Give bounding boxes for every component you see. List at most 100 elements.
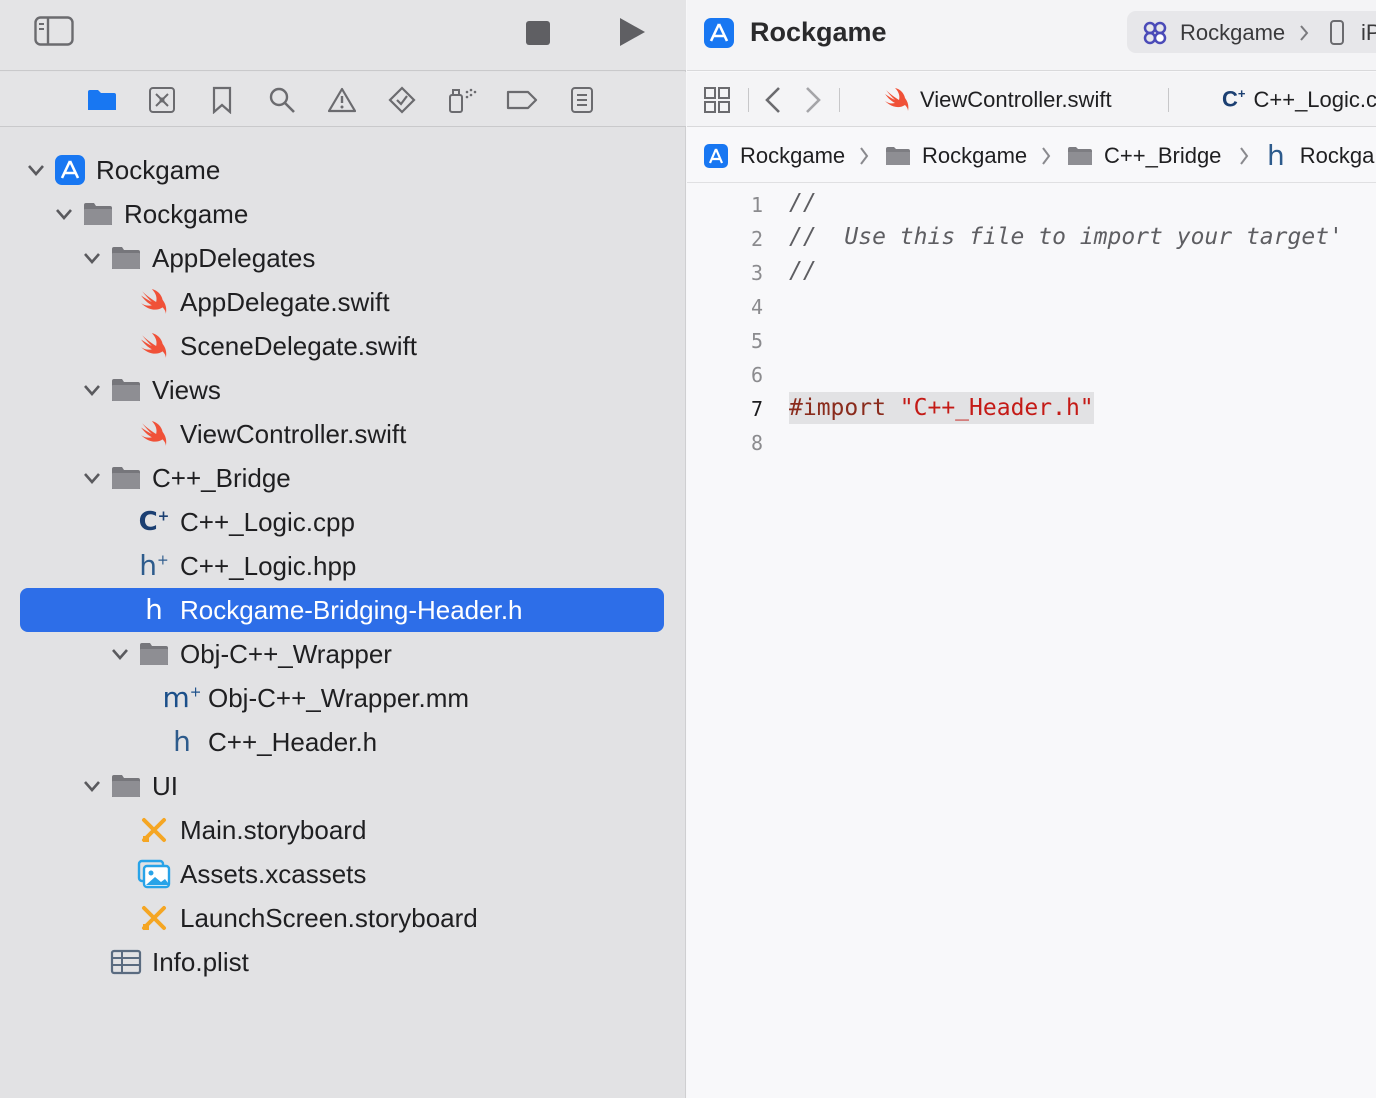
related-items-button[interactable] [703, 86, 731, 119]
tree-item-label: Views [152, 374, 221, 405]
tree-item[interactable]: Rockgame [0, 148, 686, 192]
back-button[interactable] [763, 85, 783, 120]
storyboard-icon [136, 812, 172, 848]
storyboard-icon [136, 900, 172, 936]
breadcrumb-project[interactable]: Rockgame [703, 128, 845, 183]
tab-tests[interactable] [384, 82, 420, 118]
line-number: 5 [750, 329, 763, 353]
line-number: 6 [750, 363, 763, 387]
mm-icon: m+ [162, 681, 202, 714]
tree-item[interactable]: ViewController.swift [0, 412, 686, 456]
tree-item[interactable]: SceneDelegate.swift [0, 324, 686, 368]
scheme-selector[interactable]: Rockgame iP [1127, 11, 1376, 53]
assets-icon [136, 856, 172, 892]
chevron-down-icon[interactable] [108, 642, 132, 666]
tab-source-control[interactable] [144, 82, 180, 118]
folder-icon [136, 636, 172, 672]
tree-item-label: Assets.xcassets [180, 858, 367, 889]
header-file-icon: h [173, 725, 191, 758]
import-keyword: #import [789, 395, 886, 421]
hpp-icon: h+ [139, 549, 169, 582]
breadcrumb-group[interactable]: C++_Bridge [1067, 128, 1221, 183]
chevron-down-icon[interactable] [24, 158, 48, 182]
code-line-2: // Use this file to import your target' [789, 224, 1343, 250]
chevron-down-icon[interactable] [80, 774, 104, 798]
cpp-icon: C+ [138, 507, 170, 537]
tree-item[interactable]: AppDelegates [0, 236, 686, 280]
chevron-down-icon[interactable] [80, 378, 104, 402]
tree-item[interactable]: Main.storyboard [0, 808, 686, 852]
tab-cpp-logic[interactable]: C+ C++_Logic.c [1222, 72, 1376, 127]
tree-item[interactable]: AppDelegate.swift [0, 280, 686, 324]
code-line-1: // [789, 190, 817, 216]
scheme-device: iP [1361, 20, 1376, 45]
current-line-number: 7 [750, 397, 763, 421]
stop-button[interactable] [520, 16, 556, 50]
tree-item[interactable]: C++_Bridge [0, 456, 686, 500]
tab-viewcontroller[interactable]: ViewController.swift [883, 72, 1112, 127]
tree-item-label: AppDelegates [152, 242, 316, 273]
chevron-down-icon[interactable] [52, 202, 76, 226]
debug-spray-icon [449, 88, 477, 113]
folder-icon [108, 768, 144, 804]
jump-bar: Rockgame Rockgame C++_Bridge h Rockga [687, 128, 1376, 183]
run-button[interactable] [612, 14, 652, 50]
search-icon [269, 87, 295, 113]
breadcrumb-folder[interactable]: Rockgame [885, 128, 1027, 183]
tree-item[interactable]: Obj-C++_Wrapper [0, 632, 686, 676]
tree-item[interactable]: LaunchScreen.storyboard [0, 896, 686, 940]
forward-button[interactable] [803, 85, 823, 120]
bookmark-icon [212, 86, 232, 114]
tree-item[interactable]: Rockgame [0, 192, 686, 236]
header-file-icon: h [145, 593, 163, 626]
chevron-down-icon[interactable] [80, 246, 104, 270]
line-number: 4 [750, 295, 763, 319]
tree-item-label: C++_Bridge [152, 462, 291, 493]
line-number: 3 [750, 261, 763, 285]
tree-item[interactable]: Assets.xcassets [0, 852, 686, 896]
breadcrumb-label: Rockgame [740, 142, 846, 168]
stop-icon [526, 21, 550, 45]
line-number: 8 [750, 431, 763, 455]
test-diamond-icon [388, 86, 416, 114]
tab-project-navigator[interactable] [84, 82, 120, 118]
tree-item[interactable]: h+ C++_Logic.hpp [0, 544, 686, 588]
tree-item[interactable]: UI [0, 764, 686, 808]
breadcrumb-file[interactable]: h Rockga [1267, 128, 1374, 183]
toolbar-right: Rockgame Rockgame iP [687, 0, 1376, 71]
navigator-sidebar: Rockgame Rockgame AppDelegates AppDelegate.… [0, 0, 686, 1098]
tree-item[interactable]: h Rockgame-Bridging-Header.h [0, 588, 686, 632]
tree-item[interactable]: h C++_Header.h [0, 720, 686, 764]
scheme-target-icon [1143, 21, 1167, 45]
tree-item[interactable]: C+ C++_Logic.cpp [0, 500, 686, 544]
tree-item-label: Info.plist [152, 946, 249, 977]
scheme-name: Rockgame [1180, 20, 1286, 45]
tree-item[interactable]: Views [0, 368, 686, 412]
warning-icon [328, 87, 356, 113]
sidebar-toggle-button[interactable] [32, 14, 76, 48]
tree-item[interactable]: Info.plist [0, 940, 686, 984]
plist-icon [108, 944, 144, 980]
tab-find[interactable] [264, 82, 300, 118]
chevron-down-icon[interactable] [80, 466, 104, 490]
tree-item-label: Obj-C++_Wrapper [180, 638, 392, 669]
app-icon [52, 152, 88, 188]
tab-label: ViewController.swift [920, 86, 1112, 112]
app-title: Rockgame [750, 17, 887, 47]
folder-icon [108, 460, 144, 496]
swift-icon [885, 87, 909, 111]
tab-bookmarks[interactable] [204, 82, 240, 118]
divider [839, 88, 840, 112]
line-number: 2 [750, 227, 763, 251]
divider [1168, 88, 1169, 112]
report-icon [571, 87, 593, 113]
tab-reports[interactable] [564, 82, 600, 118]
tree-item-label: ViewController.swift [180, 418, 407, 449]
tree-item-label: Obj-C++_Wrapper.mm [208, 682, 470, 713]
code-line-3: // [789, 258, 817, 284]
tree-item[interactable]: m+ Obj-C++_Wrapper.mm [0, 676, 686, 720]
tab-breakpoints[interactable] [504, 82, 540, 118]
tree-item-label: C++_Header.h [208, 726, 378, 757]
tab-issues[interactable] [324, 82, 360, 118]
tab-debug[interactable] [444, 82, 480, 118]
